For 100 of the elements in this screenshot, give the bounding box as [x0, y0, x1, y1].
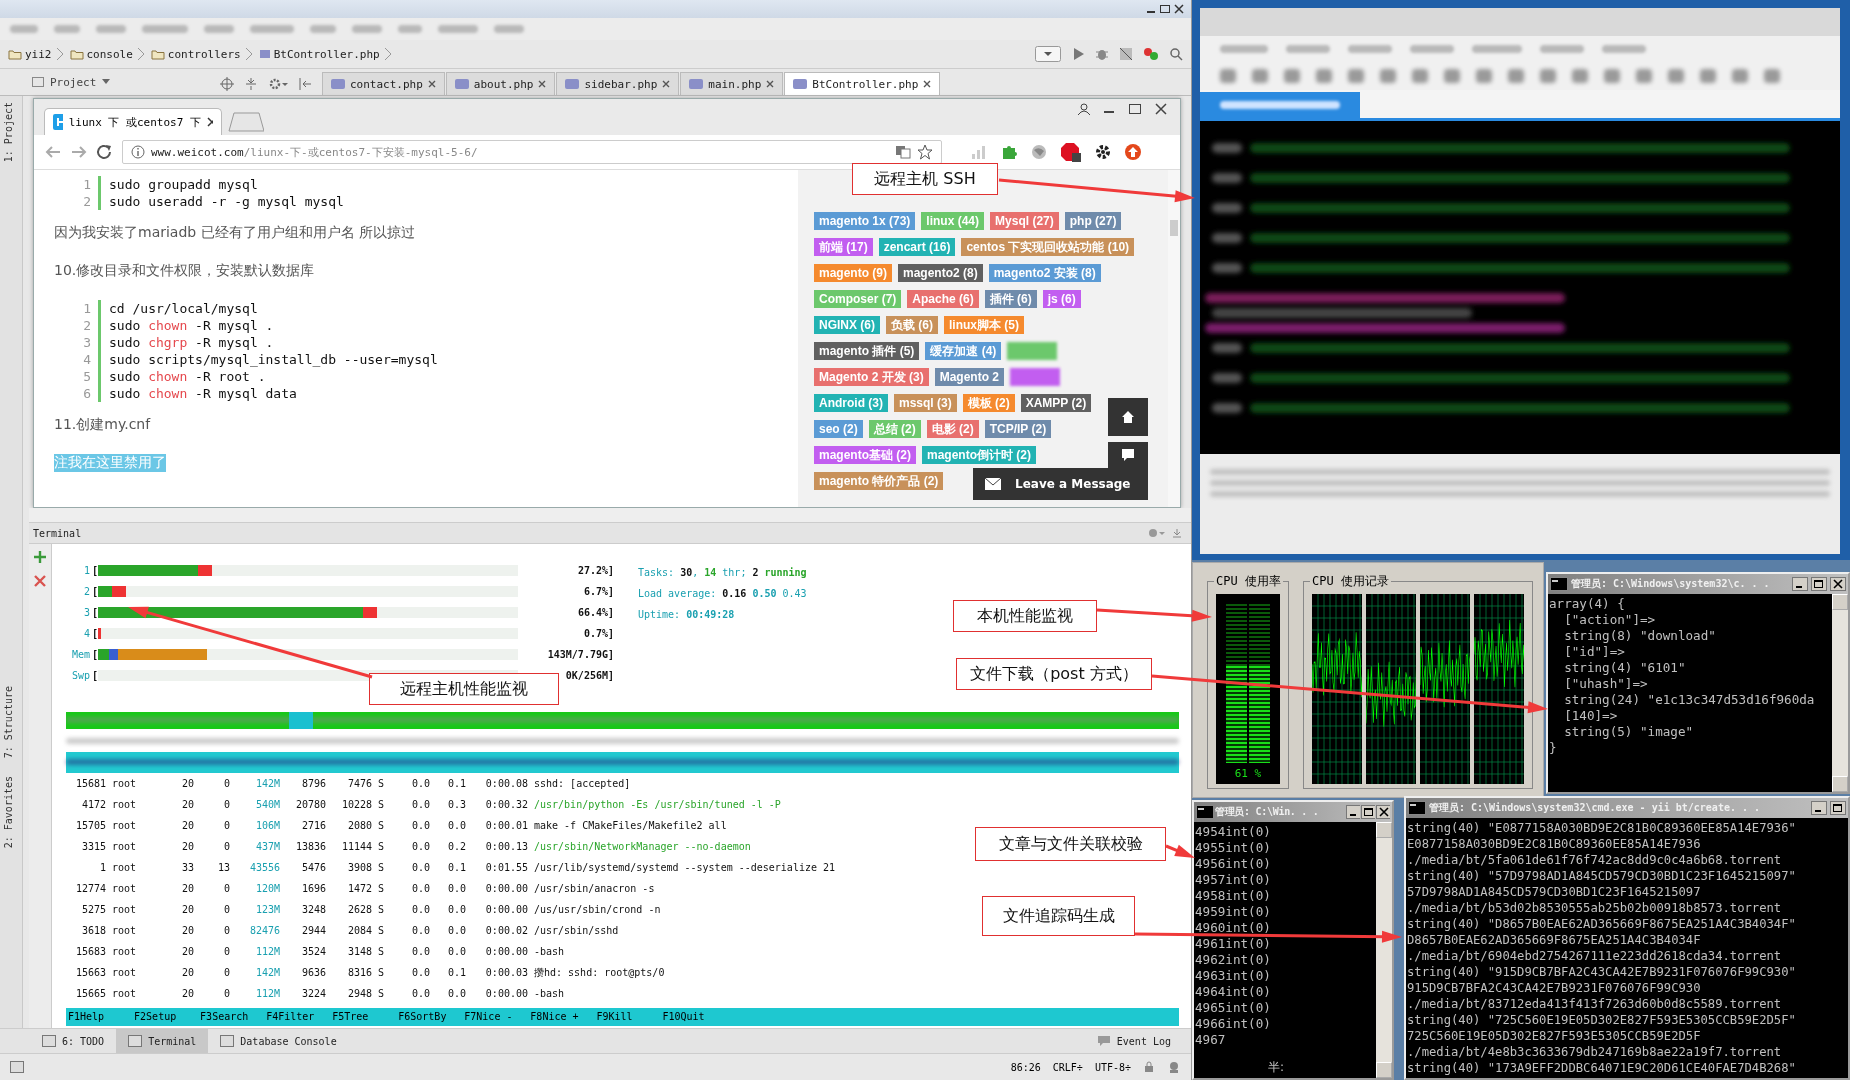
status-item[interactable]: 86:26 [1010, 1061, 1041, 1073]
tool-window-button[interactable]: 1: Project [3, 102, 14, 163]
reload-icon[interactable] [96, 144, 114, 160]
tag-link[interactable]: XAMPP (2) [1020, 394, 1092, 412]
tool-window-button[interactable]: 2: Favorites [3, 776, 14, 849]
editor-tab[interactable]: sidebar.php [556, 72, 680, 95]
inspector-icon[interactable] [1167, 1060, 1181, 1074]
caret-icon [102, 79, 111, 85]
function-label[interactable]: Quit [680, 1008, 733, 1026]
bug-icon[interactable] [1095, 47, 1109, 61]
tool-tab[interactable]: Database Console [208, 1029, 349, 1053]
virt-cell-text: 43556 [248, 862, 280, 873]
virt-cell-text: 123M [254, 904, 280, 915]
console-line: ./media/bt/83712eda413f413f7263d60b0d8c5589.torrent [1407, 996, 1783, 1012]
maximize-button[interactable] [1830, 801, 1846, 815]
minimize-button[interactable] [1811, 801, 1827, 815]
meter-reading: 27.2%] [576, 565, 614, 576]
panel-toggle-icon[interactable] [10, 1061, 24, 1073]
console-line: ./media/bt/5fa061de61f76f742ac8dd9c0c4a6b68.torrent [1407, 852, 1783, 868]
star-icon[interactable] [917, 144, 933, 160]
hide-icon[interactable] [298, 77, 312, 91]
event-log-button[interactable]: Event Log [1084, 1029, 1183, 1053]
maximize-button[interactable] [1811, 577, 1827, 591]
tag-link[interactable]: magento2 (8) [898, 264, 983, 282]
tool-tab[interactable]: 6: TODO [30, 1029, 117, 1053]
scrollbar[interactable] [1168, 170, 1180, 507]
function-label[interactable]: Nice - [476, 1008, 529, 1026]
scrollbar[interactable] [1832, 594, 1848, 792]
function-label[interactable]: Nice + [542, 1008, 595, 1026]
editor-tab[interactable]: BtController.php [784, 72, 941, 95]
tag-link[interactable]: php (27) [1064, 212, 1122, 230]
function-label[interactable]: Search [212, 1008, 265, 1026]
breadcrumb-item[interactable]: BtController.php [258, 47, 380, 61]
leave-message-button[interactable]: Leave a Message [973, 468, 1148, 500]
settings-icon[interactable] [1094, 143, 1112, 161]
update-icon[interactable] [1143, 47, 1159, 61]
scrollbar[interactable] [1376, 822, 1392, 1078]
tag-link[interactable]: magento 插件 (5) [814, 342, 920, 360]
dropdown-icon[interactable] [1035, 46, 1061, 62]
close-button[interactable] [1376, 805, 1390, 819]
user-cell-text: root [112, 988, 138, 999]
tag-link[interactable]: 插件 (6) [984, 290, 1037, 308]
status-item[interactable]: UTF-8÷ [1094, 1061, 1131, 1073]
site-icon [53, 114, 63, 130]
maximize-button[interactable] [1361, 805, 1375, 819]
command-cell: /us/usr/sbin/crond -n [534, 904, 661, 915]
folder-icon [8, 48, 22, 60]
address-field[interactable]: www.weicot.com/liunx-下-或centos7-下安装-mysql-5-6/ [122, 140, 942, 164]
priority-cell-text: 20 [180, 946, 194, 957]
browser-tab[interactable]: liunx 下 或centos7 下 [44, 108, 222, 135]
function-label[interactable]: Tree [344, 1008, 397, 1026]
home-button[interactable] [1108, 398, 1148, 436]
breadcrumb-item[interactable]: controllers [150, 47, 241, 61]
comment-button[interactable] [1108, 442, 1148, 468]
tool-tab[interactable]: Terminal [116, 1029, 209, 1053]
minimize-button[interactable] [1792, 577, 1808, 591]
breadcrumb-item[interactable]: console [69, 47, 133, 61]
meter-label: 2 [82, 586, 91, 597]
callout-label: 远程主机性能监视 [369, 673, 559, 705]
collapse-icon[interactable] [244, 77, 258, 91]
php-file-icon [689, 79, 704, 89]
add-icon[interactable] [33, 550, 47, 564]
translate-icon[interactable] [895, 145, 911, 159]
code-line: cd /usr/local/mysql [108, 301, 258, 316]
console-line: string(40) "E0877158A030BD9E2C81B0C89360EE85A14E7936" [1407, 820, 1797, 836]
session-tab[interactable] [1200, 92, 1360, 118]
function-label[interactable]: Setup [146, 1008, 199, 1026]
status-item[interactable]: CRLF÷ [1052, 1061, 1083, 1073]
console-line: string(40) "173A9EFF2DDBC64071E9C20D61CE40FAE7D4B268" [1407, 1060, 1797, 1076]
upload-icon[interactable] [1124, 143, 1142, 161]
editor-tab[interactable]: contact.php [322, 72, 445, 95]
tag-link[interactable]: Magento 2 [934, 368, 1004, 386]
search-icon[interactable] [1169, 47, 1183, 61]
virt-cell-text: 82476 [248, 925, 280, 936]
project-dropdown[interactable]: Project [26, 72, 150, 92]
target-icon[interactable] [220, 77, 234, 91]
puzzle-icon[interactable] [1000, 144, 1018, 160]
tag-link[interactable]: TCP/IP (2) [984, 420, 1052, 438]
function-label[interactable]: SortBy [410, 1008, 463, 1026]
info-icon[interactable] [131, 145, 145, 159]
function-key: F8 [528, 1008, 543, 1026]
globe-icon[interactable] [1030, 144, 1048, 160]
maximize-icon[interactable] [1159, 4, 1171, 14]
close-button[interactable] [1830, 577, 1846, 591]
user-cell-text: root [112, 841, 138, 852]
minimize-button[interactable] [1346, 805, 1360, 819]
scrollbar-thumb[interactable] [1170, 220, 1178, 236]
editor-tab[interactable]: main.php [680, 72, 784, 95]
run-icon[interactable] [1071, 47, 1085, 61]
hide-icon[interactable] [1171, 527, 1183, 539]
function-label[interactable]: Help [80, 1008, 133, 1026]
function-label[interactable]: Kill [608, 1008, 661, 1026]
adblock-icon[interactable] [1060, 142, 1082, 162]
breadcrumb-item[interactable]: yii2 [8, 47, 52, 61]
function-label[interactable]: Filter [278, 1008, 331, 1026]
coverage-icon[interactable] [1119, 47, 1133, 61]
tool-window-button[interactable]: 7: Structure [3, 686, 14, 759]
callout-label: 文件下载（post 方式） [956, 658, 1152, 690]
editor-tab[interactable]: about.php [445, 72, 556, 95]
lock-icon[interactable] [1143, 1061, 1155, 1073]
